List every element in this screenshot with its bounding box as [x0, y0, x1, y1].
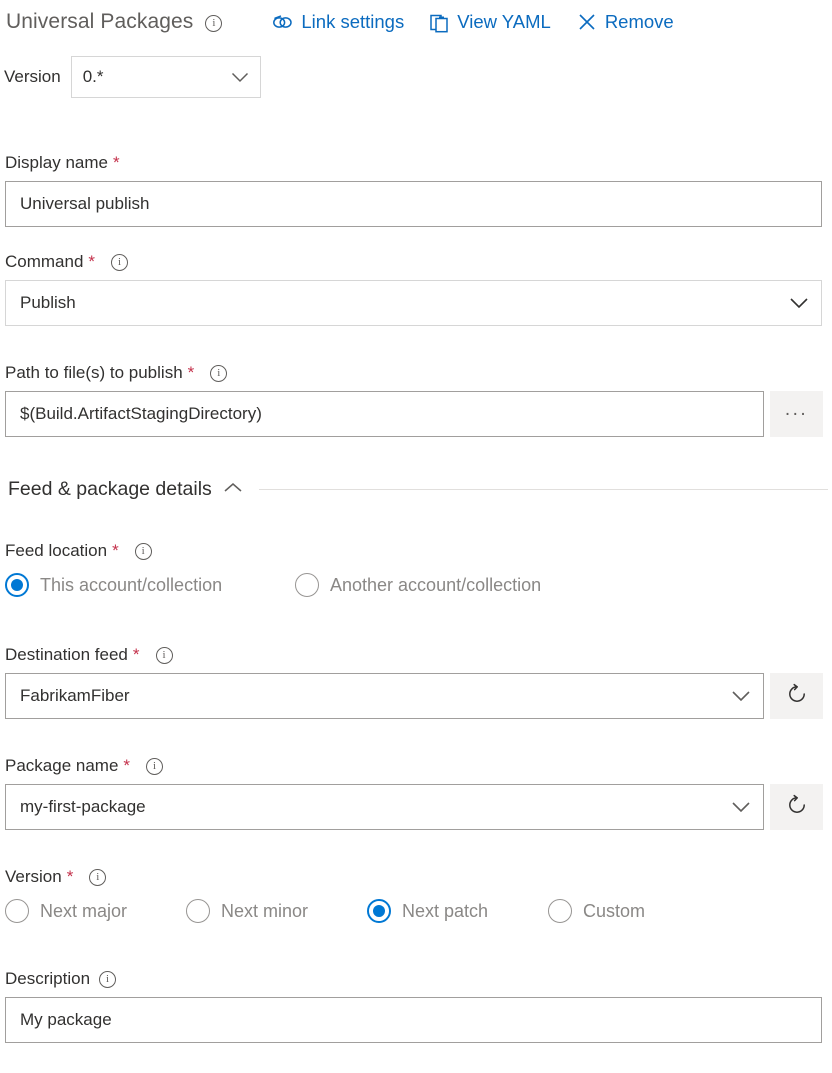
- feed-package-details-section-header[interactable]: Feed & package details: [8, 478, 828, 501]
- display-name-label: Display name *: [5, 152, 823, 174]
- destination-feed-label: Destination feed * i: [5, 644, 823, 666]
- version-radio-label: Version * i: [5, 866, 823, 888]
- radio-icon: [548, 899, 572, 923]
- radio-next-patch[interactable]: Next patch: [367, 899, 548, 923]
- copy-clipboard-icon: [430, 12, 449, 33]
- required-marker: *: [88, 251, 95, 273]
- view-yaml-button[interactable]: View YAML: [430, 11, 551, 33]
- path-to-files-field: Path to file(s) to publish * i $(Build.A…: [5, 362, 823, 437]
- package-name-dropdown[interactable]: my-first-package: [5, 784, 764, 830]
- info-icon[interactable]: i: [156, 647, 173, 664]
- version-radio-group: Next major Next minor Next patch Custom: [5, 899, 823, 923]
- refresh-destination-feed-button[interactable]: [770, 673, 823, 719]
- radio-custom[interactable]: Custom: [548, 899, 645, 923]
- chevron-down-icon: [231, 72, 249, 83]
- refresh-package-name-button[interactable]: [770, 784, 823, 830]
- required-marker: *: [188, 362, 195, 384]
- remove-label: Remove: [605, 11, 674, 33]
- required-marker: *: [67, 866, 74, 888]
- destination-feed-dropdown[interactable]: FabrikamFiber: [5, 673, 764, 719]
- radio-next-major[interactable]: Next major: [5, 899, 186, 923]
- universal-packages-task-editor: Universal Packages i Link settings: [0, 0, 832, 1073]
- radio-icon: [5, 899, 29, 923]
- link-settings-button[interactable]: Link settings: [272, 11, 404, 33]
- info-icon[interactable]: i: [135, 543, 152, 560]
- info-icon[interactable]: i: [99, 971, 116, 988]
- required-marker: *: [123, 755, 130, 777]
- display-name-field: Display name * Universal publish: [5, 152, 823, 227]
- section-title[interactable]: Feed & package details: [8, 478, 212, 501]
- required-marker: *: [113, 152, 120, 174]
- link-icon: [272, 14, 293, 31]
- required-marker: *: [133, 644, 140, 666]
- feed-location-label: Feed location * i: [5, 540, 823, 562]
- link-settings-label: Link settings: [301, 11, 404, 33]
- command-dropdown[interactable]: Publish: [5, 280, 822, 326]
- close-x-icon: [577, 12, 597, 32]
- chevron-down-icon: [731, 801, 751, 813]
- info-icon[interactable]: i: [146, 758, 163, 775]
- radio-another-account-collection[interactable]: Another account/collection: [295, 573, 541, 597]
- radio-next-minor[interactable]: Next minor: [186, 899, 367, 923]
- info-icon[interactable]: i: [210, 365, 227, 382]
- required-marker: *: [112, 540, 119, 562]
- task-version-value: 0.*: [83, 67, 231, 87]
- remove-button[interactable]: Remove: [577, 11, 674, 33]
- page-title: Universal Packages: [6, 10, 193, 34]
- package-name-field: Package name * i my-first-package: [5, 755, 823, 830]
- chevron-down-icon: [789, 297, 809, 309]
- info-icon[interactable]: i: [111, 254, 128, 271]
- refresh-icon: [785, 682, 809, 711]
- radio-icon: [295, 573, 319, 597]
- browse-path-button[interactable]: ...: [770, 391, 823, 437]
- header-actions: Link settings View YAML: [272, 11, 673, 33]
- display-name-input[interactable]: Universal publish: [5, 181, 822, 227]
- path-to-files-label: Path to file(s) to publish * i: [5, 362, 823, 384]
- destination-feed-field: Destination feed * i FabrikamFiber: [5, 644, 823, 719]
- path-to-files-input[interactable]: $(Build.ArtifactStagingDirectory): [5, 391, 764, 437]
- info-icon[interactable]: i: [89, 869, 106, 886]
- chevron-up-icon[interactable]: [223, 481, 243, 499]
- description-label: Description i: [5, 968, 823, 990]
- feed-location-field: Feed location * i This account/collectio…: [5, 540, 823, 597]
- radio-icon: [367, 899, 391, 923]
- info-icon[interactable]: i: [205, 15, 222, 32]
- task-version-row: Version 0.*: [4, 56, 261, 98]
- refresh-icon: [785, 793, 809, 822]
- task-version-label: Version: [4, 67, 61, 87]
- ellipsis-icon: ...: [785, 400, 808, 419]
- task-header: Universal Packages i Link settings: [0, 0, 832, 44]
- radio-this-account-collection[interactable]: This account/collection: [5, 573, 295, 597]
- chevron-down-icon: [731, 690, 751, 702]
- task-version-select[interactable]: 0.*: [71, 56, 261, 98]
- view-yaml-label: View YAML: [457, 11, 551, 33]
- feed-location-radio-group: This account/collection Another account/…: [5, 573, 823, 597]
- description-field: Description i My package: [5, 968, 823, 1043]
- package-name-label: Package name * i: [5, 755, 823, 777]
- description-input[interactable]: My package: [5, 997, 822, 1043]
- radio-icon: [186, 899, 210, 923]
- command-field: Command * i Publish: [5, 251, 823, 326]
- section-divider: [259, 489, 828, 490]
- radio-icon: [5, 573, 29, 597]
- version-radio-field: Version * i Next major Next minor Next p…: [5, 866, 823, 923]
- command-label: Command * i: [5, 251, 823, 273]
